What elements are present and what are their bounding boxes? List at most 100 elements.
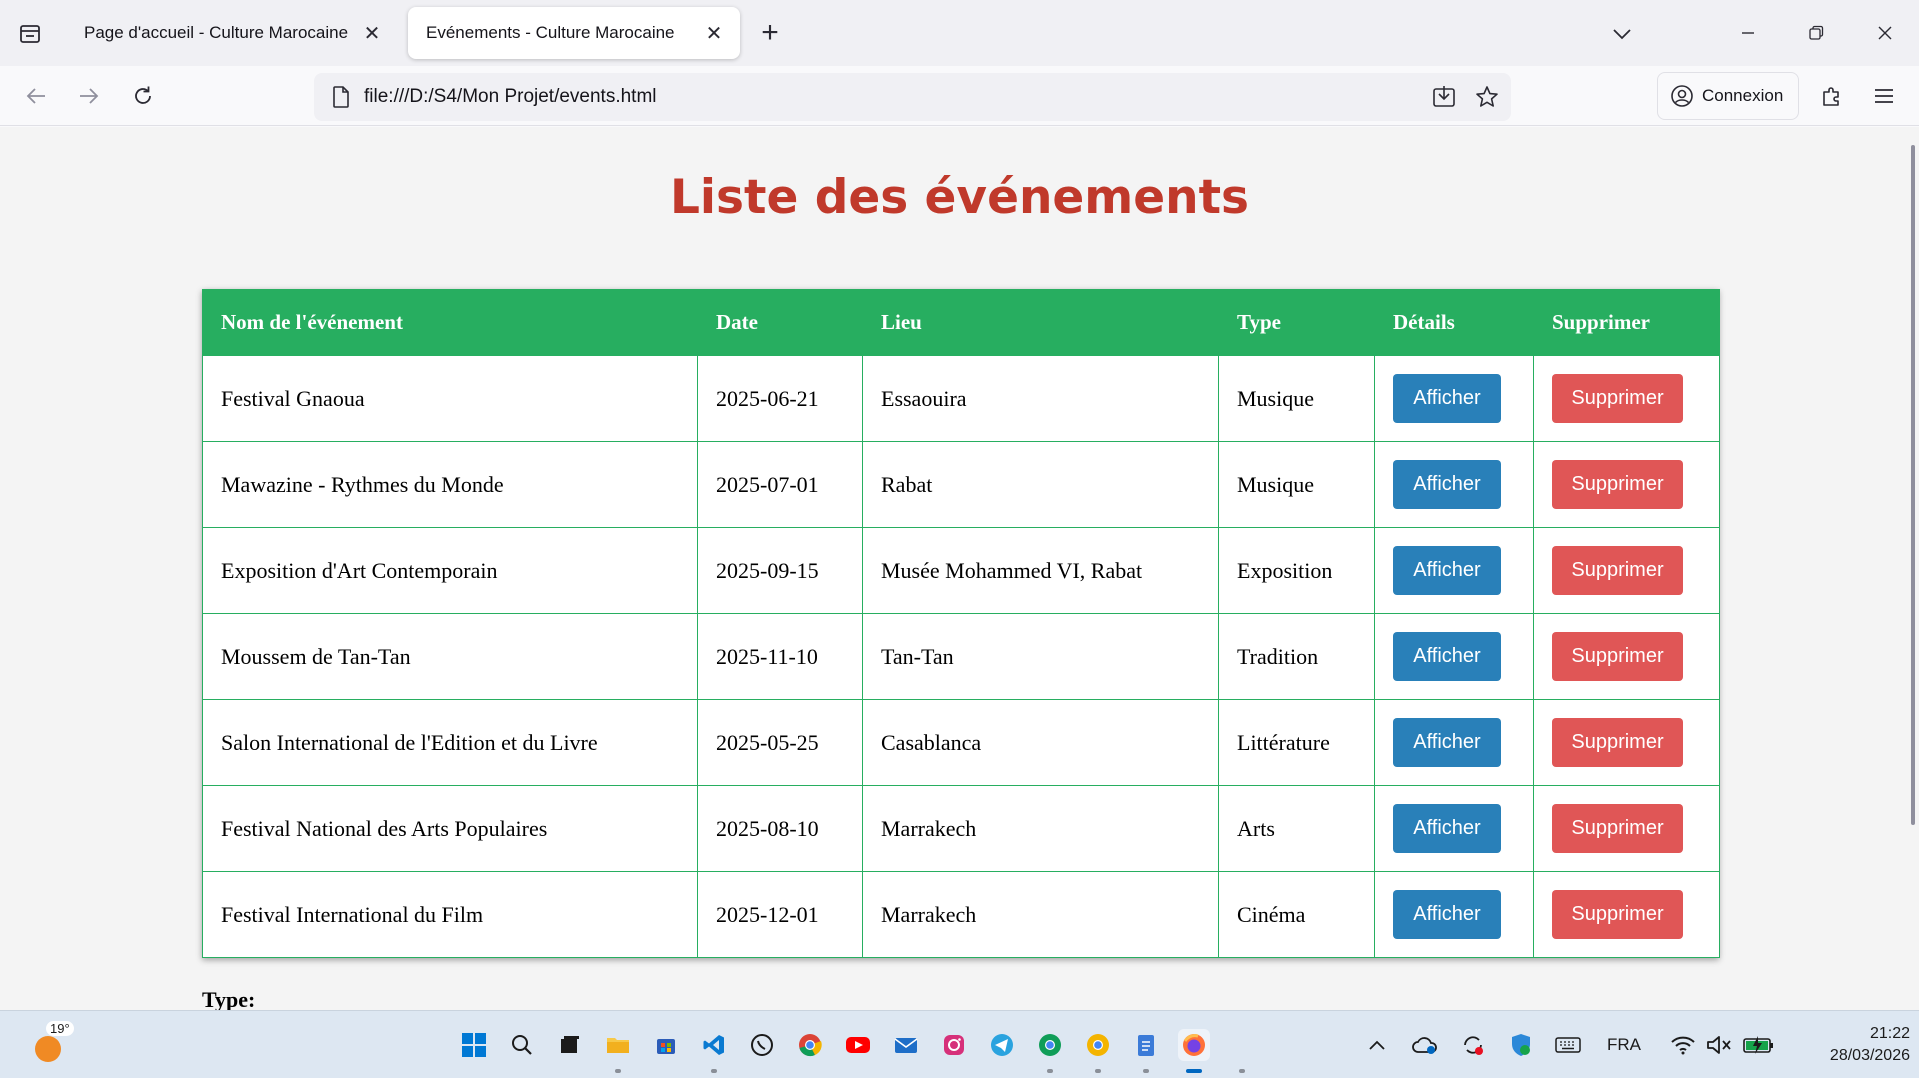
volume-tray-icon[interactable]: [1704, 1031, 1734, 1059]
telegram-button[interactable]: [986, 1029, 1018, 1061]
show-button[interactable]: Afficher: [1393, 374, 1501, 423]
event-place: Musée Mohammed VI, Rabat: [862, 527, 1219, 614]
chrome-profile-2-button[interactable]: [1082, 1029, 1114, 1061]
touch-keyboard-button[interactable]: [1552, 1031, 1584, 1059]
event-place: Essaouira: [862, 355, 1219, 442]
instagram-button[interactable]: [938, 1029, 970, 1061]
whatsapp-button[interactable]: [746, 1029, 778, 1061]
show-hidden-icons-button[interactable]: [1364, 1031, 1390, 1059]
outlook-button[interactable]: [890, 1029, 922, 1061]
restore-button[interactable]: [1786, 10, 1846, 56]
security-tray-icon[interactable]: [1506, 1031, 1536, 1059]
battery-tray-icon[interactable]: [1742, 1031, 1776, 1059]
back-button[interactable]: [17, 77, 55, 115]
arrow-right-icon: [80, 88, 99, 104]
show-button[interactable]: Afficher: [1393, 460, 1501, 509]
minimize-button[interactable]: [1718, 10, 1778, 56]
reload-button[interactable]: [124, 77, 162, 115]
chevron-down-icon: [1613, 29, 1631, 40]
start-button[interactable]: [458, 1029, 490, 1061]
running-indicator: [1047, 1069, 1053, 1073]
forward-button[interactable]: [70, 77, 108, 115]
delete-button[interactable]: Supprimer: [1552, 460, 1683, 509]
battery-charging-icon: [1743, 1036, 1773, 1054]
show-button[interactable]: Afficher: [1393, 718, 1501, 767]
tab-home[interactable]: Page d'accueil - Culture Marocaine ✕: [66, 7, 398, 59]
sync-tray-icon[interactable]: [1458, 1031, 1488, 1059]
notepad-button[interactable]: [1130, 1029, 1162, 1061]
show-button[interactable]: Afficher: [1393, 546, 1501, 595]
store-button[interactable]: [650, 1029, 682, 1061]
event-type: Musique: [1218, 355, 1375, 442]
tab-strip: Page d'accueil - Culture Marocaine ✕ Evé…: [0, 0, 1919, 66]
new-tab-button[interactable]: +: [752, 17, 788, 51]
extensions-button[interactable]: [1813, 77, 1851, 115]
event-name: Salon International de l'Edition et du L…: [202, 699, 698, 786]
onedrive-tray-icon[interactable]: [1410, 1031, 1440, 1059]
reload-icon: [135, 86, 151, 104]
delete-button[interactable]: Supprimer: [1552, 374, 1683, 423]
page-scrollbar[interactable]: [1911, 145, 1915, 825]
delete-button[interactable]: Supprimer: [1552, 804, 1683, 853]
search-button[interactable]: [506, 1029, 538, 1061]
mail-icon: [894, 1038, 918, 1053]
delete-button[interactable]: Supprimer: [1552, 718, 1683, 767]
app-menu-button[interactable]: [1865, 77, 1903, 115]
chrome-profile-button[interactable]: [1034, 1029, 1066, 1061]
show-button[interactable]: Afficher: [1393, 632, 1501, 681]
delete-button[interactable]: Supprimer: [1552, 890, 1683, 939]
input-language-indicator[interactable]: FRA: [1602, 1031, 1646, 1059]
delete-button[interactable]: Supprimer: [1552, 632, 1683, 681]
delete-cell: Supprimer: [1533, 699, 1720, 786]
details-cell: Afficher: [1374, 699, 1534, 786]
show-button[interactable]: Afficher: [1393, 890, 1501, 939]
tab-events[interactable]: Evénements - Culture Marocaine ✕: [408, 7, 740, 59]
firefox-button[interactable]: [1178, 1029, 1210, 1061]
show-button[interactable]: Afficher: [1393, 804, 1501, 853]
sign-in-button[interactable]: Connexion: [1657, 72, 1799, 120]
running-indicator: [615, 1069, 621, 1073]
shield-icon: [1512, 1034, 1530, 1056]
event-place: Marrakech: [862, 785, 1219, 872]
search-icon: [512, 1035, 532, 1055]
bookmark-button[interactable]: [1472, 82, 1502, 112]
delete-cell: Supprimer: [1533, 441, 1720, 528]
tab-list-button[interactable]: [12, 17, 48, 51]
tab-list-icon: [20, 25, 40, 43]
chrome-button[interactable]: [794, 1029, 826, 1061]
youtube-button[interactable]: [842, 1029, 874, 1061]
event-type: Cinéma: [1218, 871, 1375, 958]
event-date: 2025-08-10: [697, 785, 863, 872]
details-cell: Afficher: [1374, 613, 1534, 700]
keyboard-icon: [1555, 1037, 1581, 1053]
close-tab-icon[interactable]: ✕: [360, 21, 384, 45]
file-explorer-button[interactable]: [602, 1029, 634, 1061]
close-window-button[interactable]: [1855, 10, 1915, 56]
file-icon: [333, 86, 349, 108]
system-clock[interactable]: 21:22 28/03/2026: [1790, 1023, 1910, 1067]
address-bar[interactable]: file:///D:/S4/Mon Projet/events.html: [314, 73, 1511, 121]
delete-button[interactable]: Supprimer: [1552, 546, 1683, 595]
url-text: file:///D:/S4/Mon Projet/events.html: [364, 86, 657, 107]
download-icon: [1433, 86, 1455, 107]
running-indicator: [711, 1069, 717, 1073]
details-cell: Afficher: [1374, 527, 1534, 614]
table-row: Festival Gnaoua 2025-06-21 Essaouira Mus…: [202, 355, 1720, 442]
sign-in-label: Connexion: [1702, 86, 1784, 105]
type-filter-label: Type:: [202, 987, 256, 1010]
save-page-button[interactable]: [1429, 82, 1459, 112]
list-all-tabs-button[interactable]: [1604, 17, 1640, 51]
wifi-tray-icon[interactable]: [1668, 1031, 1698, 1059]
event-type: Exposition: [1218, 527, 1375, 614]
event-name: Festival Gnaoua: [202, 355, 698, 442]
plus-icon: +: [761, 16, 779, 49]
volume-muted-icon: [1707, 1036, 1731, 1054]
header-date: Date: [697, 289, 863, 356]
close-tab-icon[interactable]: ✕: [702, 21, 726, 45]
vscode-button[interactable]: [698, 1029, 730, 1061]
chrome-icon: [1087, 1034, 1109, 1056]
close-icon: [1878, 26, 1892, 40]
task-view-button[interactable]: [554, 1029, 586, 1061]
event-place: Rabat: [862, 441, 1219, 528]
event-date: 2025-09-15: [697, 527, 863, 614]
